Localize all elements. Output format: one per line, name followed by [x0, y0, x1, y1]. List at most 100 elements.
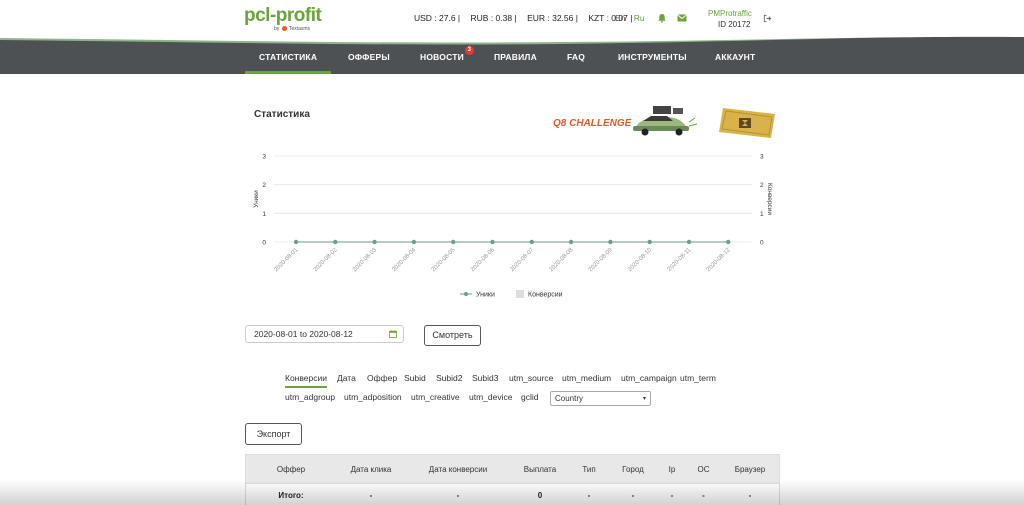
table-cell: - [456, 490, 460, 500]
nav-item-rules[interactable]: ПРАВИЛА [494, 52, 537, 74]
y-tick-label: 0 [262, 240, 266, 247]
table-cell: - [587, 490, 591, 500]
y2-tick-label: 1 [760, 211, 764, 218]
table-cell: - [670, 490, 674, 500]
group-tab-utm-device[interactable]: utm_device [469, 392, 512, 402]
col-click-date[interactable]: Дата клика [336, 455, 406, 483]
page-title: Статистика [254, 109, 310, 120]
user-info[interactable]: PMProtraffic ID 20172 [708, 8, 752, 30]
chevron-down-icon: ▾ [642, 396, 646, 402]
logo-byline: by Textasms [274, 26, 311, 32]
legend-label-uniques: Уники [476, 292, 495, 299]
data-point [411, 239, 417, 245]
group-tab-gclid[interactable]: gclid [521, 392, 538, 402]
group-tab-offer[interactable]: Оффер [367, 373, 397, 383]
data-point [529, 239, 534, 245]
group-tab-subid3[interactable]: Subid3 [472, 373, 498, 383]
group-tab-date[interactable]: Дата [337, 373, 356, 383]
y2-tick-label: 0 [760, 240, 764, 247]
nav-item-account[interactable]: АККАУНТ [715, 52, 755, 74]
lang-ru-link[interactable]: Ru [634, 13, 645, 23]
group-tab-utm-adgroup[interactable]: utm_adgroup [285, 392, 335, 402]
col-city[interactable]: Город [608, 455, 658, 483]
col-offer[interactable]: Оффер [246, 455, 336, 483]
legend-marker-uniques [464, 292, 468, 296]
data-point [608, 239, 613, 245]
promo-banner[interactable]: Q8 CHALLENGE [553, 104, 783, 140]
country-select-value: Country [555, 394, 584, 403]
y2-tick-label: 3 [760, 154, 764, 161]
group-tab-subid2[interactable]: Subid2 [436, 373, 462, 383]
col-type[interactable]: Тип [570, 455, 608, 483]
main-nav: СТАТИСТИКА ОФФЕРЫ НОВОСТИ 3 ПРАВИЛА FAQ И… [244, 46, 784, 74]
group-tab-utm-campaign[interactable]: utm_campaign [621, 373, 677, 383]
x-tick-label: 2020-08-09 [588, 247, 614, 273]
table-cell: - [702, 490, 705, 500]
news-count-badge: 3 [464, 46, 474, 55]
data-point [333, 239, 338, 245]
y2-tick-label: 2 [760, 182, 764, 189]
country-select[interactable]: Country ▾ [550, 391, 651, 406]
y-tick-label: 2 [262, 182, 266, 189]
language-switcher: En Ru [615, 13, 645, 23]
page: pcl-profit by Textasms USD : 27.6 | RUB … [0, 0, 1024, 505]
legend-marker-conversions [516, 290, 524, 298]
x-tick-label: 2020-08-07 [509, 247, 535, 273]
group-tab-utm-creative[interactable]: utm_creative [411, 392, 460, 402]
lang-en-link[interactable]: En [615, 13, 625, 23]
user-id: ID 20172 [718, 20, 751, 29]
calendar-icon[interactable] [389, 330, 397, 338]
col-conversion-date[interactable]: Дата конверсии [406, 455, 510, 483]
nav-item-news[interactable]: НОВОСТИ 3 [420, 46, 474, 74]
rate-rub: RUB : 0.38 | [470, 13, 517, 23]
car-image [633, 106, 698, 136]
table-header: Оффер Дата клика Дата конверсии Выплата … [246, 455, 779, 483]
logo-text: pcl-profit [244, 5, 322, 26]
y-tick-label: 3 [262, 154, 266, 161]
group-tab-conversions[interactable]: Конверсии [285, 373, 327, 388]
brand-logo[interactable]: pcl-profit by Textasms [244, 5, 324, 35]
group-tab-utm-term[interactable]: utm_term [680, 373, 716, 383]
date-range-input[interactable]: 2020-08-01 to 2020-08-12 [245, 325, 404, 343]
data-point [726, 239, 731, 245]
data-point [647, 239, 652, 245]
currency-rates: USD : 27.6 | RUB : 0.38 | EUR : 32.56 | … [414, 13, 640, 23]
y2-axis-label: Конверсии [766, 183, 773, 215]
nav-item-faq[interactable]: FAQ [567, 52, 585, 74]
col-os[interactable]: ОС [686, 455, 721, 483]
total-label: Итого: [278, 490, 304, 500]
view-button[interactable]: Смотреть [424, 325, 481, 346]
x-tick-label: 2020-08-10 [627, 247, 653, 273]
ticket-icon [719, 108, 775, 138]
conversions-table: Оффер Дата клика Дата конверсии Выплата … [245, 454, 780, 505]
x-tick-label: 2020-08-05 [431, 247, 457, 273]
bell-icon[interactable] [657, 13, 667, 23]
legend-label-conversions: Конверсии [528, 292, 563, 299]
x-tick-label: 2020-08-11 [667, 247, 693, 273]
col-ip[interactable]: Ip [658, 455, 686, 483]
x-tick-label: 2020-08-01 [273, 247, 299, 273]
username: PMProtraffic [708, 9, 752, 18]
export-button[interactable]: Экспорт [245, 423, 302, 445]
table-total-row: Итого: - - 0 - - - - - [246, 483, 779, 505]
top-bar: pcl-profit by Textasms USD : 27.6 | RUB … [0, 0, 1024, 38]
nav-item-statistics[interactable]: СТАТИСТИКА [244, 52, 332, 74]
data-point [293, 239, 299, 245]
nav-item-offers[interactable]: ОФФЕРЫ [348, 52, 390, 74]
data-point [451, 239, 456, 245]
group-tab-subid[interactable]: Subid [404, 373, 426, 383]
y-tick-label: 1 [262, 211, 266, 218]
x-tick-label: 2020-08-08 [549, 247, 575, 273]
data-point [490, 239, 495, 245]
group-tab-utm-adposition[interactable]: utm_adposition [344, 392, 402, 402]
nav-item-tools[interactable]: ИНСТРУМЕНТЫ [618, 52, 687, 74]
group-tab-utm-source[interactable]: utm_source [509, 373, 553, 383]
col-payout[interactable]: Выплата [510, 455, 570, 483]
data-point [686, 239, 692, 245]
group-tab-utm-medium[interactable]: utm_medium [562, 373, 611, 383]
mail-icon[interactable] [677, 14, 687, 22]
col-browser[interactable]: Браузер [721, 455, 779, 483]
rate-usd: USD : 27.6 | [414, 13, 461, 23]
banner-text: Q8 CHALLENGE [553, 118, 632, 129]
logout-icon[interactable] [763, 14, 772, 23]
